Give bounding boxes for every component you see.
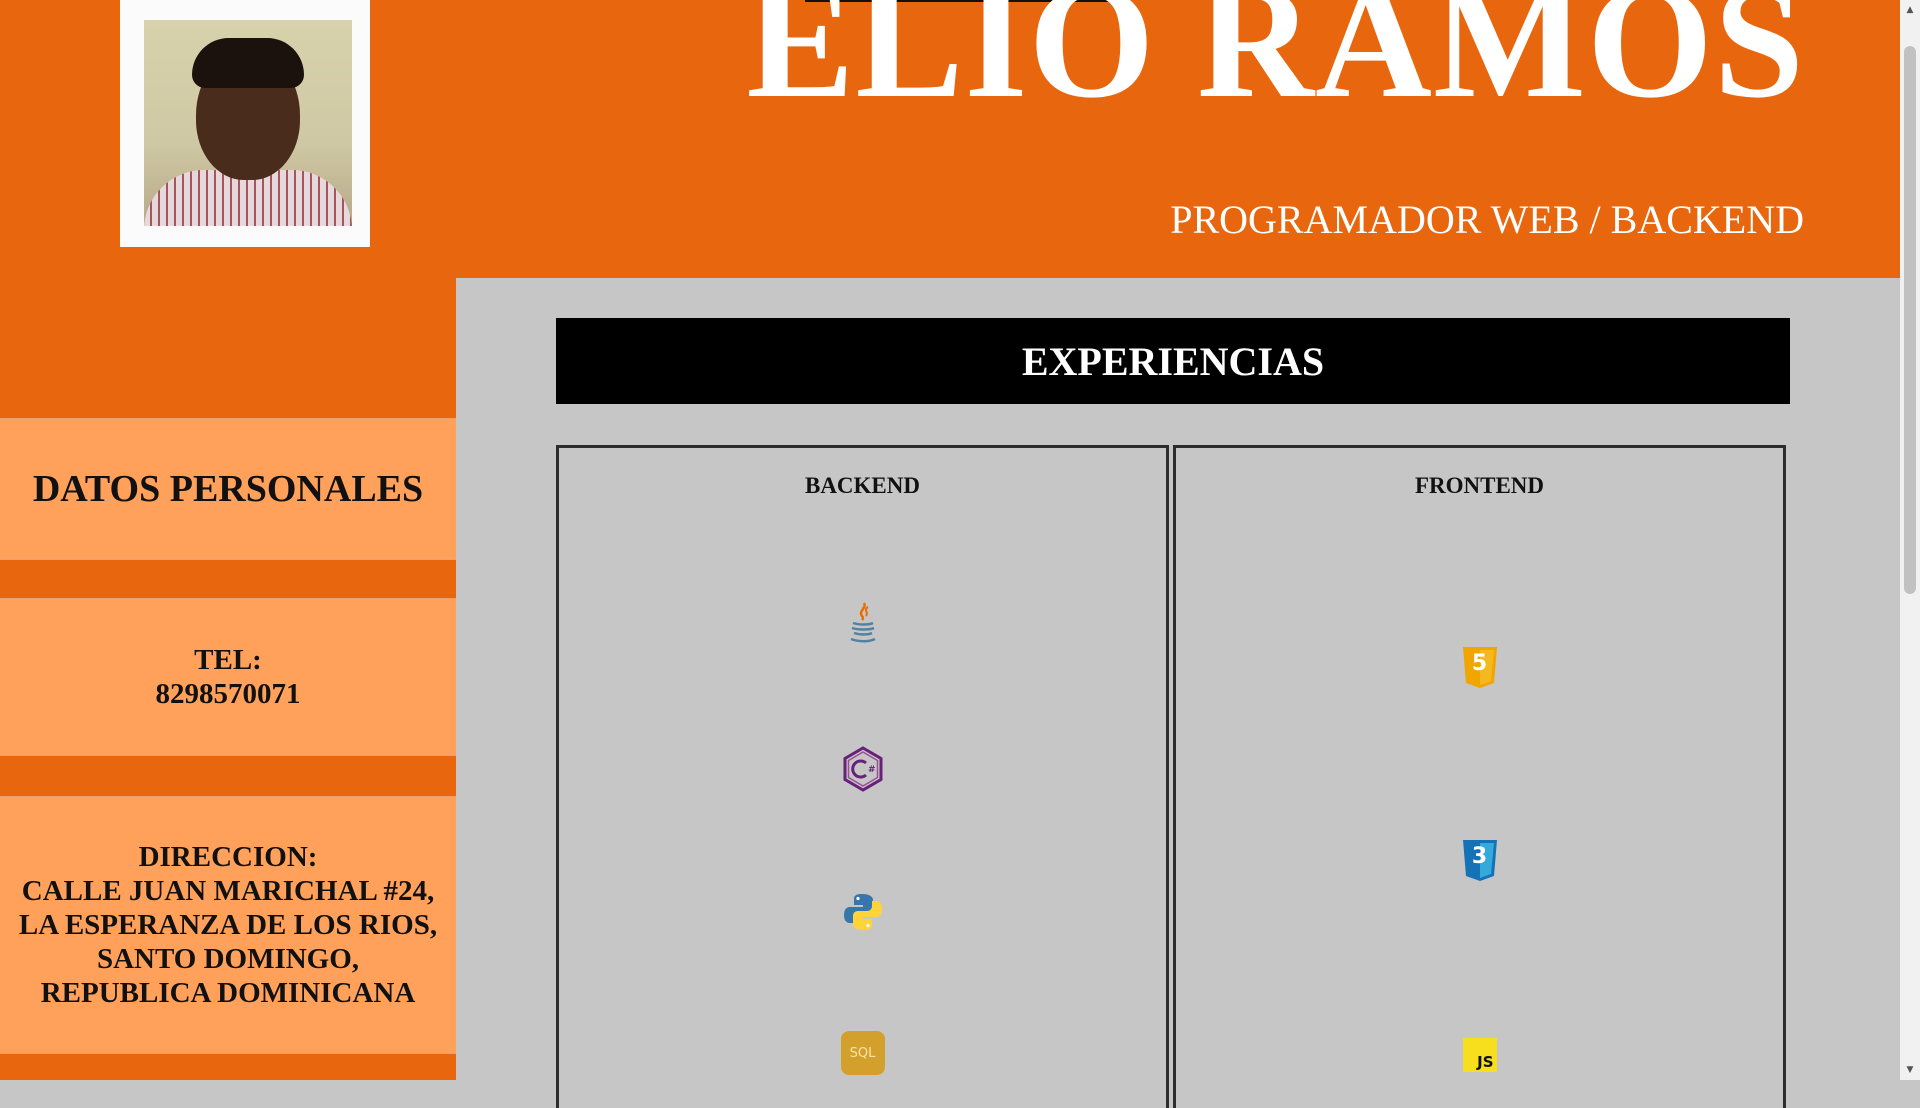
scrollbar-thumb[interactable]	[1904, 46, 1916, 594]
experiences-header: EXPERIENCIAS	[556, 318, 1790, 404]
python-icon	[843, 894, 882, 930]
sql-icon: SQL	[840, 1031, 885, 1075]
html5-icon: 5	[1460, 645, 1500, 689]
personal-data-title: DATOS PERSONALES	[32, 468, 424, 510]
backend-column: BACKEND # SQL	[556, 445, 1169, 1108]
sidebar: DATOS PERSONALES TEL: 8298570071 DIRECCI…	[0, 278, 456, 1080]
job-title: PROGRAMADOR WEB / BACKEND	[1170, 197, 1804, 242]
address-card: DIRECCION: CALLE JUAN MARICHAL #24, LA E…	[0, 796, 456, 1054]
svg-text:#: #	[868, 765, 876, 775]
frontend-title: FRONTEND	[1414, 473, 1545, 498]
header: ELIO RAMOS PROGRAMADOR WEB / BACKEND	[0, 0, 1900, 278]
backend-title: BACKEND	[804, 473, 920, 498]
scroll-up-arrow-icon[interactable]: ▲	[1900, 2, 1920, 18]
address-label: DIRECCION:	[138, 841, 318, 873]
phone-value: 8298570071	[155, 678, 301, 710]
page-title: ELIO RAMOS	[746, 0, 1805, 132]
profile-photo	[144, 20, 352, 226]
profile-photo-frame	[120, 0, 370, 247]
frontend-column: FRONTEND 5 3 JS	[1173, 445, 1786, 1108]
csharp-icon: #	[843, 746, 882, 792]
java-icon	[850, 602, 876, 643]
page-scrollbar[interactable]: ▲ ▼	[1900, 0, 1920, 1080]
scroll-down-arrow-icon[interactable]: ▼	[1900, 1062, 1920, 1078]
address-value: CALLE JUAN MARICHAL #24, LA ESPERANZA DE…	[18, 875, 438, 1009]
phone-card: TEL: 8298570071	[0, 598, 456, 756]
experiences-title: EXPERIENCIAS	[1021, 338, 1325, 384]
phone-label: TEL:	[194, 644, 262, 676]
personal-data-heading: DATOS PERSONALES	[0, 418, 456, 560]
javascript-icon: JS	[1462, 1038, 1497, 1072]
css3-icon: 3	[1460, 838, 1500, 882]
